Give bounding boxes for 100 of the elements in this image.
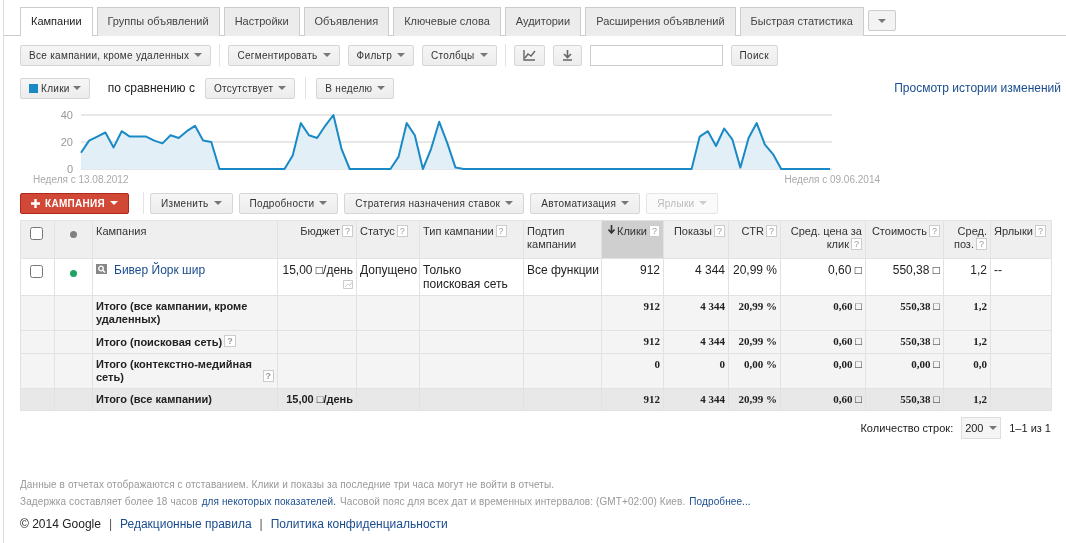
trend-icon	[343, 280, 353, 290]
x-tick-label: Неделя с 13.08.2012	[33, 174, 129, 185]
tab[interactable]: Аудитории	[504, 7, 582, 36]
download-button[interactable]	[552, 44, 582, 66]
details-dropdown[interactable]: Подробности	[238, 192, 339, 214]
table-cell: 4 344	[663, 258, 729, 296]
period-dropdown[interactable]: В неделю	[316, 77, 395, 99]
rows-label: Количество строк:	[860, 420, 954, 436]
column-header[interactable]: Ярлыки ?	[990, 220, 1052, 259]
column-header[interactable]: Кампания	[92, 220, 278, 259]
rows-per-page-select[interactable]: 200	[961, 417, 1002, 439]
table-cell: 0,00 %	[728, 353, 781, 389]
table-cell: 0,00 □	[865, 353, 944, 389]
tab[interactable]: Ключевые слова	[393, 7, 501, 36]
column-header[interactable]: Стоимость ?	[865, 220, 944, 259]
total-label: Итого (контекстно-медийная сеть)	[96, 358, 253, 384]
footer-link[interactable]: Политика конфиденциальности	[270, 515, 448, 533]
metric-dropdown[interactable]: Клики	[20, 77, 90, 99]
table-cell: 0	[663, 353, 729, 389]
add-campaign-button[interactable]: КАМПАНИЯ	[20, 192, 130, 214]
column-header[interactable]: Сред. поз. ?	[943, 220, 991, 259]
caret-icon	[72, 86, 81, 90]
y-tick-label: 40	[60, 109, 73, 121]
select-all-checkbox[interactable]	[30, 227, 43, 240]
table-cell: 0,60 □	[780, 258, 866, 296]
tab[interactable]: Объявления	[303, 7, 390, 36]
table-cell: 912	[601, 295, 664, 331]
search-field[interactable]	[589, 44, 723, 66]
plus-icon	[31, 198, 40, 208]
x-tick-label: Неделя с 09.06.2014	[784, 174, 880, 185]
tab[interactable]: Кампании	[20, 7, 93, 36]
caret-icon	[322, 53, 331, 57]
automation-dropdown[interactable]: Автоматизация	[530, 192, 641, 214]
view-dropdown[interactable]: Все кампании, кроме удаленных	[20, 44, 212, 66]
row-checkbox[interactable]	[30, 265, 43, 278]
line-chart-icon	[522, 49, 536, 61]
total-label: Итого (все кампании, кроме удаленных)	[96, 300, 249, 326]
table-cell: 0,60 □	[780, 295, 866, 331]
column-header[interactable]: Показы ?	[663, 220, 729, 259]
footer-link[interactable]: Подробнее...	[689, 494, 751, 509]
y-tick-label: 20	[60, 136, 73, 148]
table-cell: 4 344	[663, 295, 729, 331]
table-cell: 20,99 %	[728, 258, 781, 296]
caret-icon	[505, 201, 514, 205]
column-header[interactable]: Статус ?	[356, 220, 420, 259]
column-header[interactable]: CTR ?	[728, 220, 781, 259]
table-cell: 0,00 □	[780, 353, 866, 389]
total-label: Итого (все кампании)	[96, 393, 212, 406]
table-cell: 20,99 %	[728, 295, 781, 331]
table-cell: --	[990, 258, 1052, 296]
sort-arrow-icon	[608, 225, 616, 234]
search-campaign-icon	[96, 264, 107, 274]
table-cell: Все функции	[523, 258, 602, 296]
column-header[interactable]: Сред. цена за клик ?	[780, 220, 866, 259]
caret-icon	[877, 18, 886, 23]
column-header[interactable]: Клики ?	[601, 220, 664, 259]
caret-icon	[377, 86, 386, 90]
column-header[interactable]: Тип кампании ?	[419, 220, 524, 259]
caret-icon	[699, 201, 708, 205]
copyright-text: © 2014 Google	[20, 516, 101, 533]
y-tick-label: 0	[66, 163, 73, 175]
edit-dropdown[interactable]: Изменить	[150, 192, 233, 214]
caret-icon	[194, 53, 203, 57]
tab[interactable]: Быстрая статистика	[739, 7, 864, 36]
segment-dropdown[interactable]: Сегментировать	[228, 44, 340, 66]
columns-dropdown[interactable]: Столбцы	[422, 44, 497, 66]
bidding-dropdown[interactable]: Стратегия назначения ставок	[344, 192, 525, 214]
footer-note: Часовой пояс для всех дат и временных интервалов: (GMT+02:00) Киев.	[340, 495, 686, 509]
caret-icon	[989, 426, 998, 430]
caret-icon	[319, 201, 328, 205]
column-header[interactable]: Бюджет ?	[277, 220, 357, 259]
table-cell: Только поисковая сеть	[419, 258, 524, 296]
table-cell: Допущено	[356, 258, 420, 296]
caret-icon	[110, 201, 119, 205]
footer-link[interactable]: для некоторых показателей.	[201, 494, 337, 509]
download-icon	[561, 49, 573, 61]
compare-dropdown[interactable]: Отсутствует	[204, 77, 296, 99]
tab[interactable]: Расширения объявлений	[585, 7, 736, 36]
caret-icon	[278, 86, 287, 90]
table-cell: 0,0	[943, 353, 991, 389]
history-link[interactable]: Просмотр истории изменений	[894, 79, 1061, 97]
chart-toggle-button[interactable]	[513, 44, 545, 66]
tab[interactable]: Группы объявлений	[96, 7, 220, 36]
caret-icon	[213, 201, 222, 205]
caret-icon	[397, 53, 405, 57]
range-text: 1–1 из 1	[1009, 420, 1051, 436]
footer-link[interactable]: Редакционные правила	[120, 515, 252, 533]
compare-label: по сравнению с	[107, 80, 195, 97]
campaign-link[interactable]: Бивер Йорк шир	[114, 263, 206, 277]
total-label: Итого (поисковая сеть)	[96, 336, 223, 349]
search-button[interactable]: Поиск	[730, 44, 778, 66]
table-cell: 550,38 □	[865, 258, 944, 296]
table-cell: 15,00 □/день	[281, 263, 353, 277]
column-header[interactable]: Подтип кампании	[523, 220, 602, 259]
separator-text: |	[259, 516, 263, 533]
table-cell: 0	[601, 353, 664, 389]
filter-dropdown[interactable]: Фильтр	[347, 44, 414, 66]
caret-icon	[621, 201, 630, 205]
separator-text: |	[108, 516, 113, 533]
tab[interactable]: Настройки	[223, 7, 300, 36]
